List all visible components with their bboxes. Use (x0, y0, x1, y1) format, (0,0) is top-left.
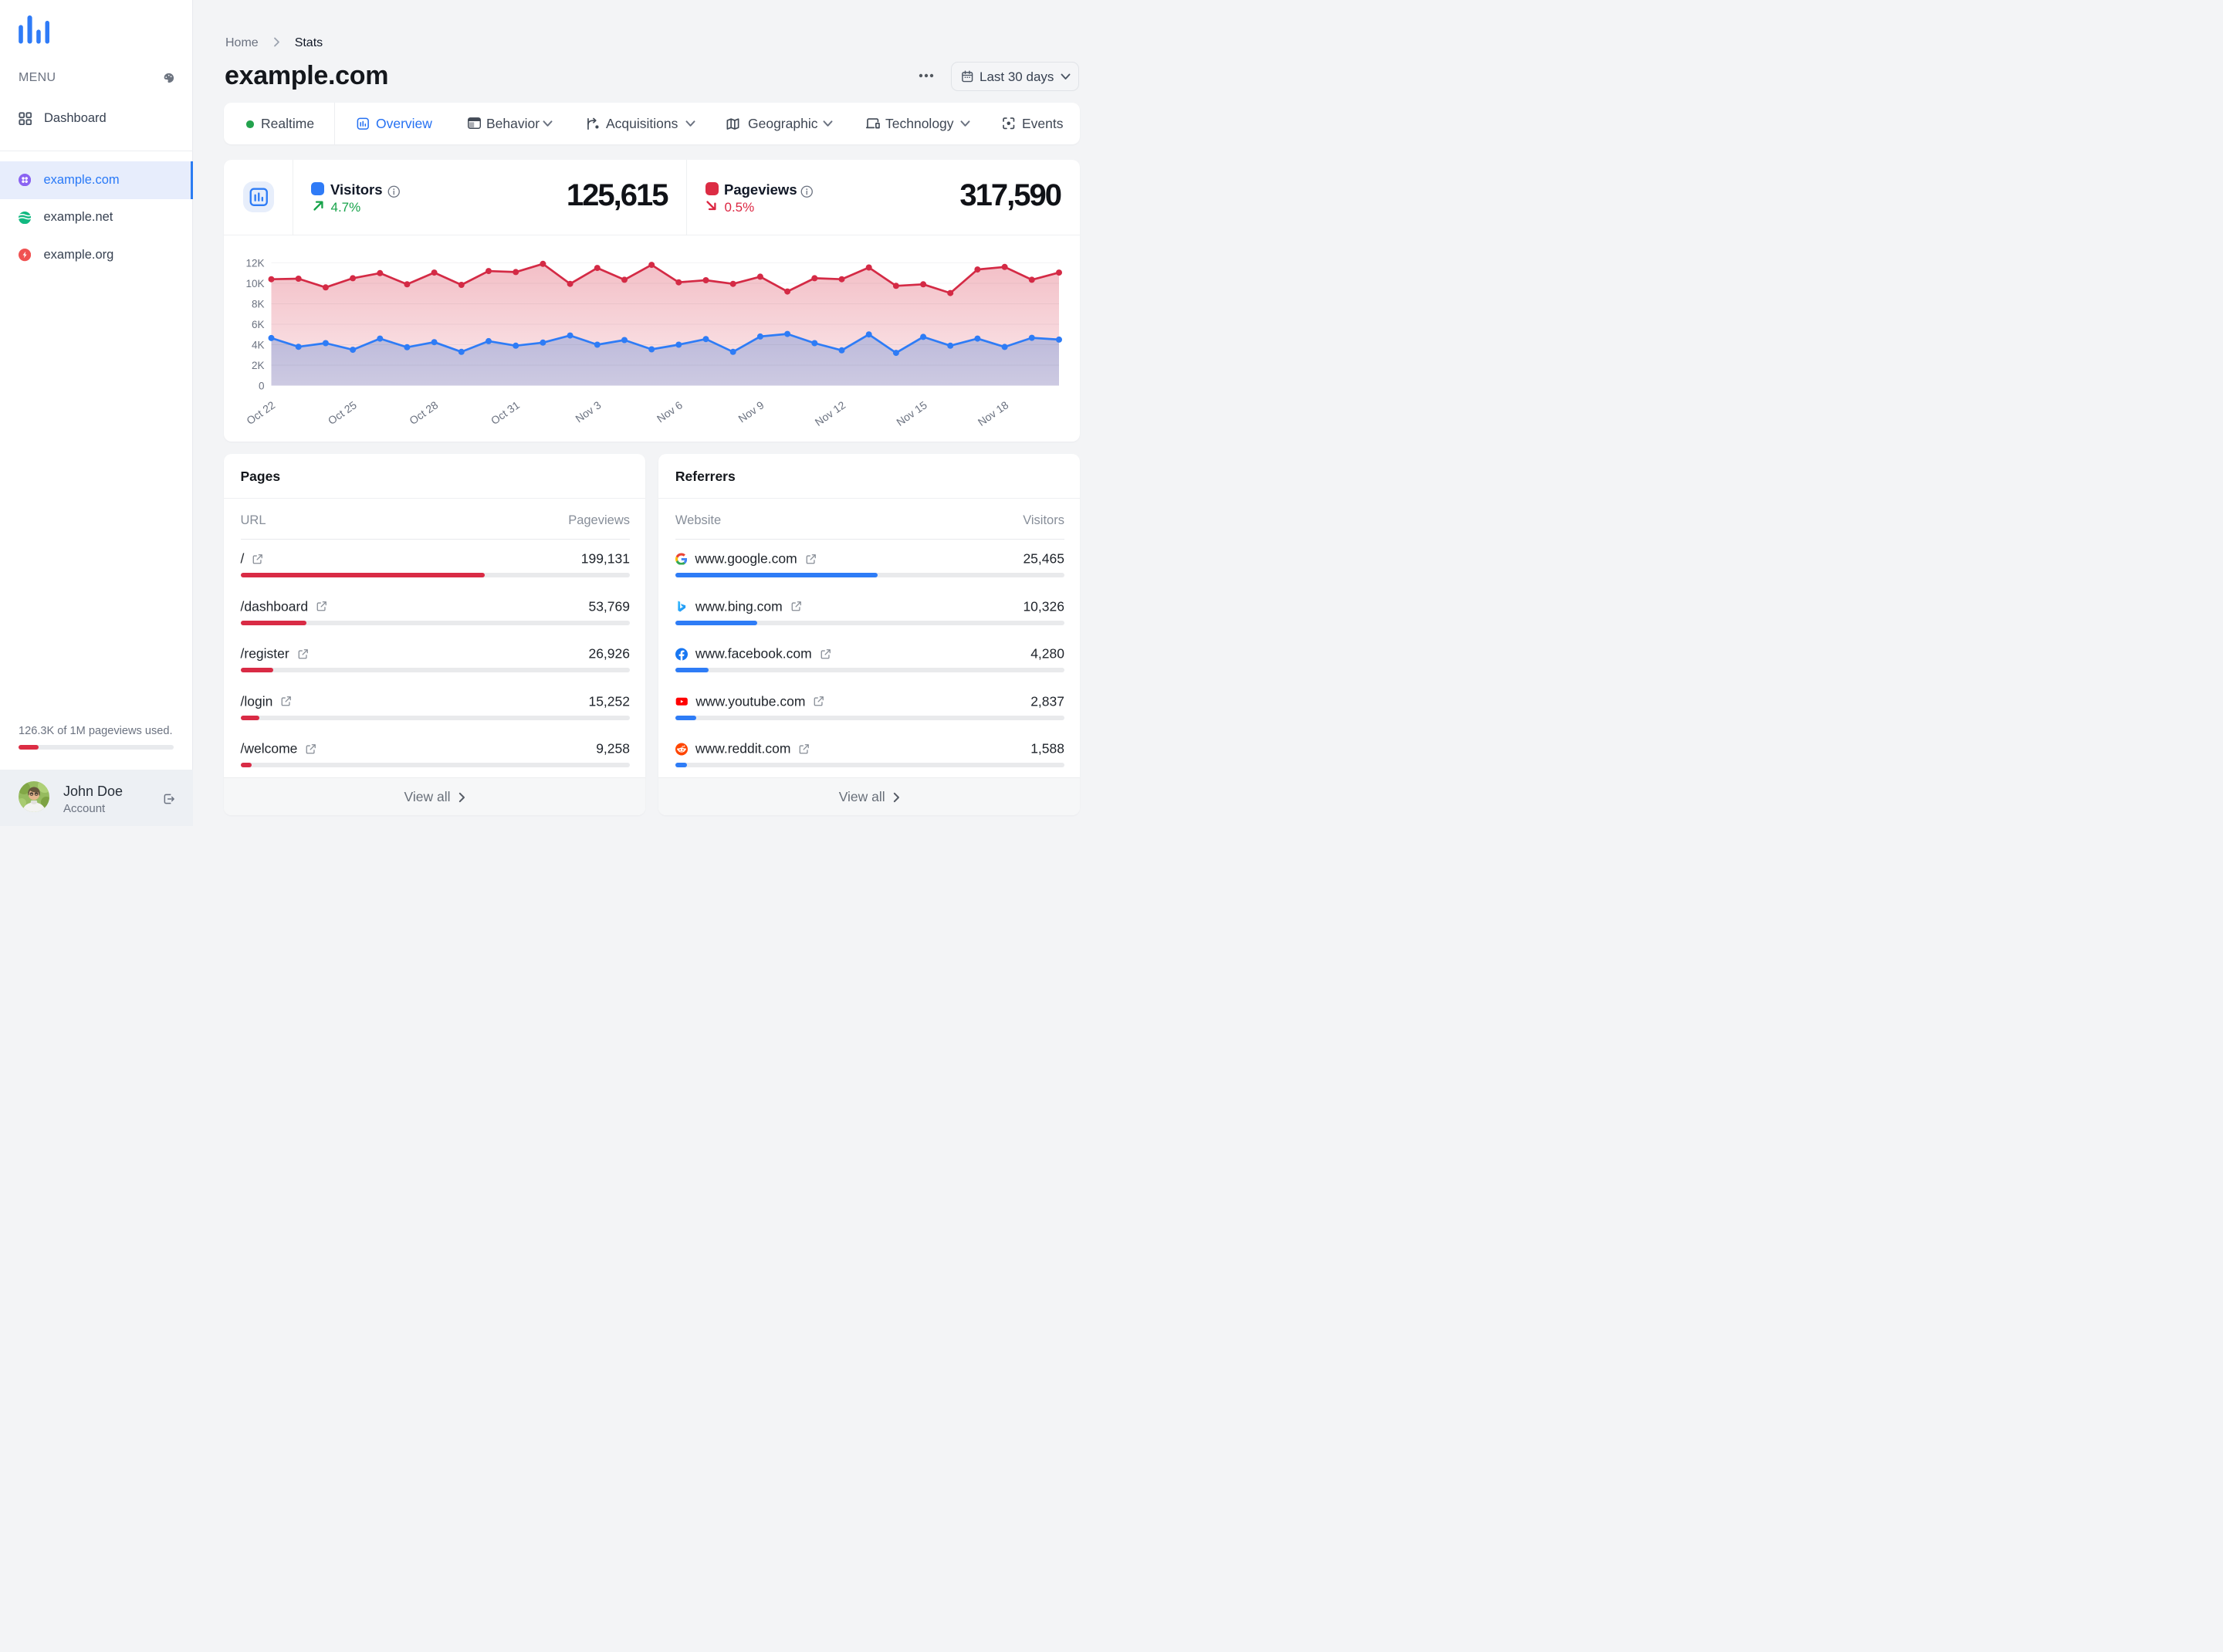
svg-text:10K: 10K (245, 278, 264, 289)
svg-text:Nov 18: Nov 18 (976, 398, 1011, 428)
svg-text:Nov 3: Nov 3 (573, 398, 603, 425)
svg-text:Oct 25: Oct 25 (326, 398, 359, 427)
svg-text:Nov 15: Nov 15 (894, 398, 929, 428)
svg-text:6K: 6K (252, 319, 265, 330)
svg-text:Nov 6: Nov 6 (655, 398, 685, 425)
svg-text:Nov 12: Nov 12 (813, 398, 848, 428)
svg-text:12K: 12K (245, 258, 264, 269)
svg-text:Nov 9: Nov 9 (736, 398, 766, 425)
svg-text:Oct 28: Oct 28 (407, 398, 440, 427)
svg-text:2K: 2K (252, 360, 265, 371)
svg-text:4K: 4K (252, 340, 265, 351)
svg-text:Oct 31: Oct 31 (489, 398, 522, 427)
svg-text:Oct 22: Oct 22 (244, 398, 277, 427)
svg-text:0: 0 (259, 381, 265, 392)
svg-text:8K: 8K (252, 299, 265, 310)
